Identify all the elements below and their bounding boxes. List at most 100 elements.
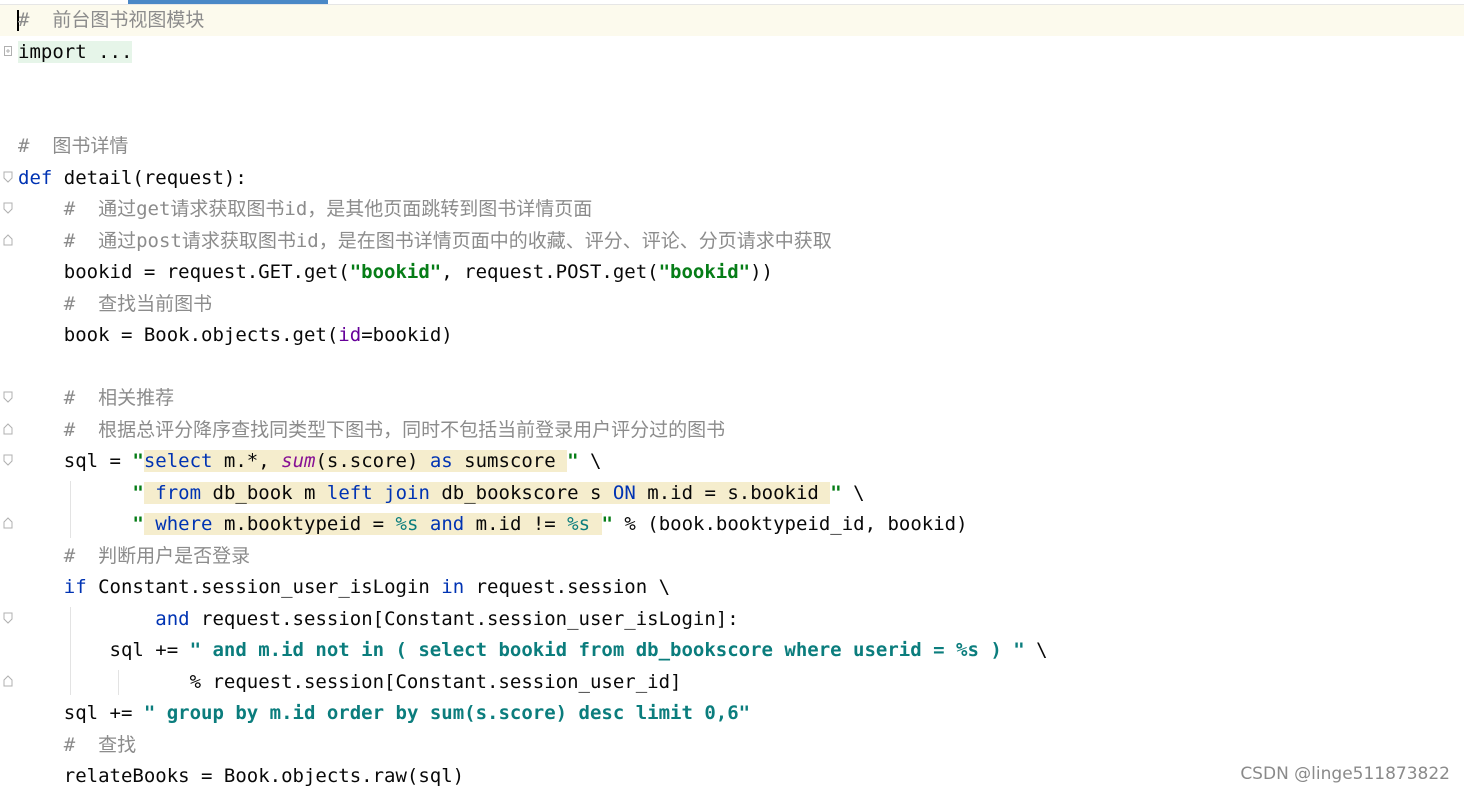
code-token: " (567, 450, 579, 472)
code-token: db_book m (201, 481, 327, 504)
code-line[interactable]: # 根据总评分降序查找同类型下图书，同时不包括当前登录用户评分过的图书 (0, 415, 1464, 446)
code-token: # 查找 (63, 733, 137, 756)
code-line[interactable] (0, 68, 1464, 99)
code-token: =bookid) (361, 324, 453, 346)
code-text: " where m.booktypeid = %s and m.id != %s… (18, 509, 968, 540)
code-token: sql += (18, 702, 144, 724)
code-text: # 图书详情 (18, 131, 128, 162)
code-line[interactable]: sql += " and m.id not in ( select bookid… (0, 635, 1464, 666)
code-line[interactable] (0, 100, 1464, 131)
code-text: import ... (18, 37, 133, 68)
fold-collapse-icon[interactable] (3, 391, 13, 403)
code-token: m.booktypeid = (212, 513, 396, 535)
code-token: db_bookscore s (429, 481, 613, 504)
code-line[interactable]: % request.session[Constant.session_user_… (0, 667, 1464, 698)
code-token: select (143, 450, 213, 472)
fold-collapse-icon[interactable] (3, 171, 13, 183)
code-line[interactable]: # 通过get请求获取图书id，是其他页面跳转到图书详情页面 (0, 194, 1464, 225)
code-token: left (326, 481, 373, 504)
code-token: and (429, 513, 465, 535)
code-line[interactable]: sql += " group by m.id order by sum(s.sc… (0, 698, 1464, 729)
code-text: def detail(request): (18, 163, 247, 194)
fold-end-icon[interactable] (3, 517, 13, 529)
code-editor[interactable]: # 前台图书视图模块 import ... # 图书详情 def detail(req… (0, 5, 1464, 793)
code-line[interactable]: def detail(request): (0, 163, 1464, 194)
code-line[interactable] (0, 352, 1464, 383)
code-line[interactable]: if Constant.session_user_isLogin in requ… (0, 572, 1464, 603)
code-text: # 查找当前图书 (18, 289, 212, 320)
code-token: # 根据总评分降序查找同类型下图书，同时不包括当前登录用户评分过的图书 (63, 418, 726, 441)
code-token (372, 481, 385, 504)
code-line[interactable]: # 查找 (0, 730, 1464, 761)
code-line[interactable]: " where m.booktypeid = %s and m.id != %s… (0, 509, 1464, 540)
fold-expand-icon[interactable] (3, 45, 13, 57)
code-line[interactable]: # 图书详情 (0, 131, 1464, 162)
fold-collapse-icon[interactable] (3, 454, 13, 466)
indent-guide (70, 606, 71, 695)
code-line[interactable]: # 查找当前图书 (0, 289, 1464, 320)
code-line[interactable]: bookid = request.GET.get("bookid", reque… (0, 257, 1464, 288)
code-token: %s (567, 513, 591, 535)
code-token (590, 513, 602, 535)
code-text: sql += " group by m.id order by sum(s.sc… (18, 698, 750, 729)
code-text: # 根据总评分降序查找同类型下图书，同时不包括当前登录用户评分过的图书 (18, 415, 725, 446)
code-token: book = Book.objects.get( (18, 324, 339, 346)
code-token: " group by m.id order by sum(s.score) de… (143, 702, 751, 724)
code-token: bookid = request.GET.get( (18, 261, 350, 283)
code-text: # 通过post请求获取图书id，是在图书详情页面中的收藏、评分、评论、分页请求… (18, 226, 832, 257)
code-token: "bookid" (658, 261, 751, 283)
code-token: %s (395, 513, 419, 535)
fold-end-icon[interactable] (3, 422, 13, 435)
code-token: request.session \ (464, 576, 671, 598)
code-token: " (132, 481, 144, 504)
code-token: " (132, 450, 144, 472)
code-token (418, 513, 430, 535)
code-text: relateBooks = Book.objects.raw(sql) (18, 761, 464, 792)
watermark: CSDN @linge511873822 (1240, 764, 1450, 784)
code-text: sql += " and m.id not in ( select bookid… (18, 635, 1048, 666)
fold-end-icon[interactable] (3, 674, 13, 687)
code-token (143, 481, 156, 504)
code-token: )) (750, 261, 773, 283)
code-token: sql += (18, 639, 190, 661)
code-line[interactable]: " from db_book m left join db_bookscore … (0, 478, 1464, 509)
code-line[interactable]: book = Book.objects.get(id=bookid) (0, 320, 1464, 351)
code-token: from (155, 481, 202, 504)
code-text: # 相关推荐 (18, 383, 174, 414)
code-token: " (830, 481, 842, 504)
code-line[interactable]: # 相关推荐 (0, 383, 1464, 414)
code-token: (s.score) (315, 450, 430, 472)
fold-collapse-icon[interactable] (3, 612, 13, 624)
code-line[interactable]: sql = "select m.*, sum(s.score) as sumsc… (0, 446, 1464, 477)
code-text: book = Book.objects.get(id=bookid) (18, 320, 453, 351)
code-token: " (132, 513, 144, 535)
code-token: import ... (18, 40, 133, 63)
code-text: # 判断用户是否登录 (18, 541, 250, 572)
code-text: # 前台图书视图模块 (18, 5, 204, 36)
code-line[interactable]: and request.session[Constant.session_use… (0, 604, 1464, 635)
code-line[interactable]: import ... (0, 37, 1464, 68)
code-token: sumscore (452, 450, 568, 472)
code-token: sql = (18, 450, 133, 472)
code-token: m.id = s.bookid (635, 481, 831, 504)
code-token: # 相关推荐 (63, 387, 175, 409)
code-line[interactable]: # 通过post请求获取图书id，是在图书详情页面中的收藏、评分、评论、分页请求… (0, 226, 1464, 257)
fold-collapse-icon[interactable] (3, 202, 13, 214)
code-token: as (429, 450, 453, 472)
code-token: def (18, 166, 53, 189)
code-token: if (63, 576, 87, 598)
code-line[interactable]: # 判断用户是否登录 (0, 541, 1464, 572)
code-text: if Constant.session_user_isLogin in requ… (18, 572, 670, 603)
code-token: id (338, 324, 362, 346)
fold-end-icon[interactable] (3, 233, 13, 246)
indent-guide (118, 669, 119, 695)
code-line[interactable]: # 前台图书视图模块 (0, 5, 1464, 36)
